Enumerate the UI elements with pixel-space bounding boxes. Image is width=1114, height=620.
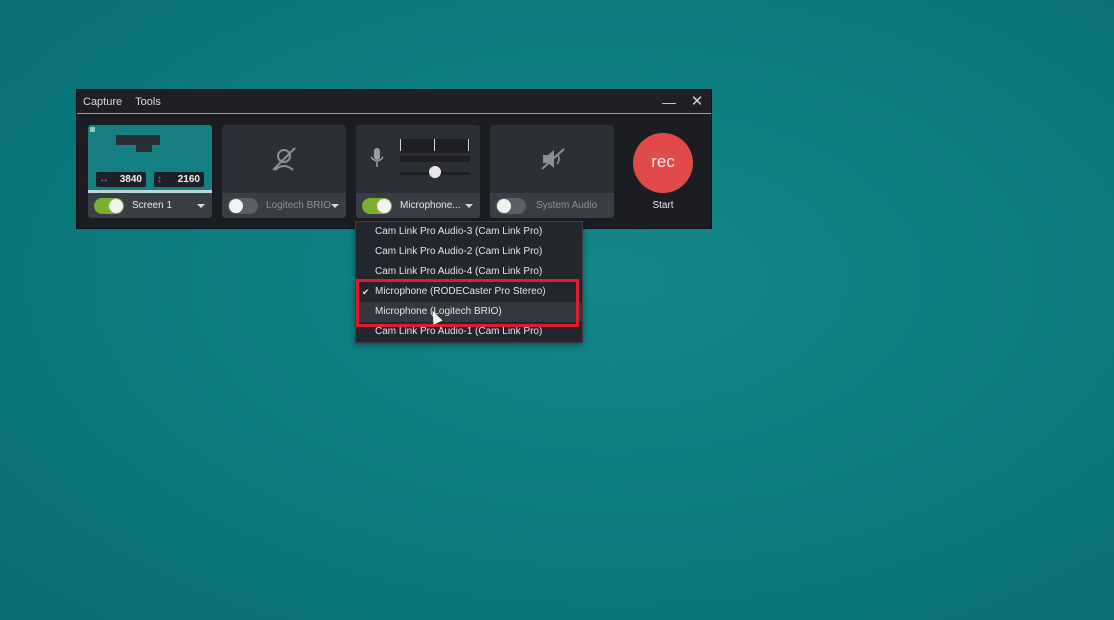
width-field[interactable]: ↔ 3840: [96, 172, 146, 187]
screen-label: Screen 1: [132, 200, 173, 211]
height-arrow-icon: ↕: [157, 174, 162, 185]
chevron-down-icon: [331, 204, 339, 208]
title-bar: Capture Tools: [77, 90, 711, 114]
volume-slider-handle[interactable]: [429, 166, 441, 178]
chevron-down-icon: [465, 204, 473, 208]
menu-item-cam-link-audio-4[interactable]: Cam Link Pro Audio-4 (Cam Link Pro): [356, 262, 582, 282]
microphone-select[interactable]: Microphone...: [356, 193, 480, 218]
menu-item-rodecaster-microphone[interactable]: ✔ Microphone (RODECaster Pro Stereo): [356, 282, 582, 302]
record-button[interactable]: rec: [633, 133, 693, 193]
camera-off-icon: [272, 147, 296, 171]
speaker-muted-icon: [541, 148, 565, 170]
width-arrow-icon: ↔: [99, 174, 109, 185]
camera-label: Logitech BRIO: [266, 200, 332, 211]
microphone-label: Microphone...: [400, 200, 461, 211]
camera-toggle[interactable]: [228, 197, 258, 214]
menu-tools[interactable]: Tools: [135, 96, 161, 108]
menu-item-logitech-brio-microphone[interactable]: Microphone (Logitech BRIO): [356, 302, 582, 322]
menu-item-cam-link-audio-3[interactable]: Cam Link Pro Audio-3 (Cam Link Pro): [356, 222, 582, 242]
microphone-toggle[interactable]: [362, 197, 392, 214]
audio-level-meter: [400, 139, 470, 153]
recorder-window: Capture Tools — ✕ ↔ 3840 ↕ 2160 Screen 1: [76, 89, 712, 229]
microphone-icon: [370, 148, 384, 167]
menu-capture[interactable]: Capture: [83, 96, 122, 108]
camera-select[interactable]: Logitech BRIO: [222, 193, 346, 218]
system-audio-select[interactable]: System Audio: [490, 193, 614, 218]
screen-select[interactable]: Screen 1: [88, 193, 212, 218]
microphone-dropdown-menu: Cam Link Pro Audio-3 (Cam Link Pro) Cam …: [355, 221, 583, 343]
checkmark-icon: ✔: [362, 287, 370, 297]
screen-panel[interactable]: ↔ 3840 ↕ 2160 Screen 1: [88, 125, 212, 218]
screen-thumbnail: ↔ 3840 ↕ 2160: [88, 125, 212, 193]
menu-item-cam-link-audio-1[interactable]: Cam Link Pro Audio-1 (Cam Link Pro): [356, 322, 582, 342]
menu-item-cam-link-audio-2[interactable]: Cam Link Pro Audio-2 (Cam Link Pro): [356, 242, 582, 262]
screen-toggle[interactable]: [94, 197, 124, 214]
system-audio-toggle[interactable]: [496, 197, 526, 214]
close-button[interactable]: ✕: [687, 93, 707, 111]
chevron-down-icon: [197, 204, 205, 208]
minimize-button[interactable]: —: [659, 93, 679, 111]
start-label: Start: [652, 200, 674, 211]
microphone-panel[interactable]: Microphone...: [356, 125, 480, 218]
camera-panel[interactable]: Logitech BRIO: [222, 125, 346, 218]
system-audio-panel[interactable]: System Audio: [490, 125, 614, 218]
system-audio-label: System Audio: [536, 200, 598, 211]
height-field[interactable]: ↕ 2160: [154, 172, 204, 187]
